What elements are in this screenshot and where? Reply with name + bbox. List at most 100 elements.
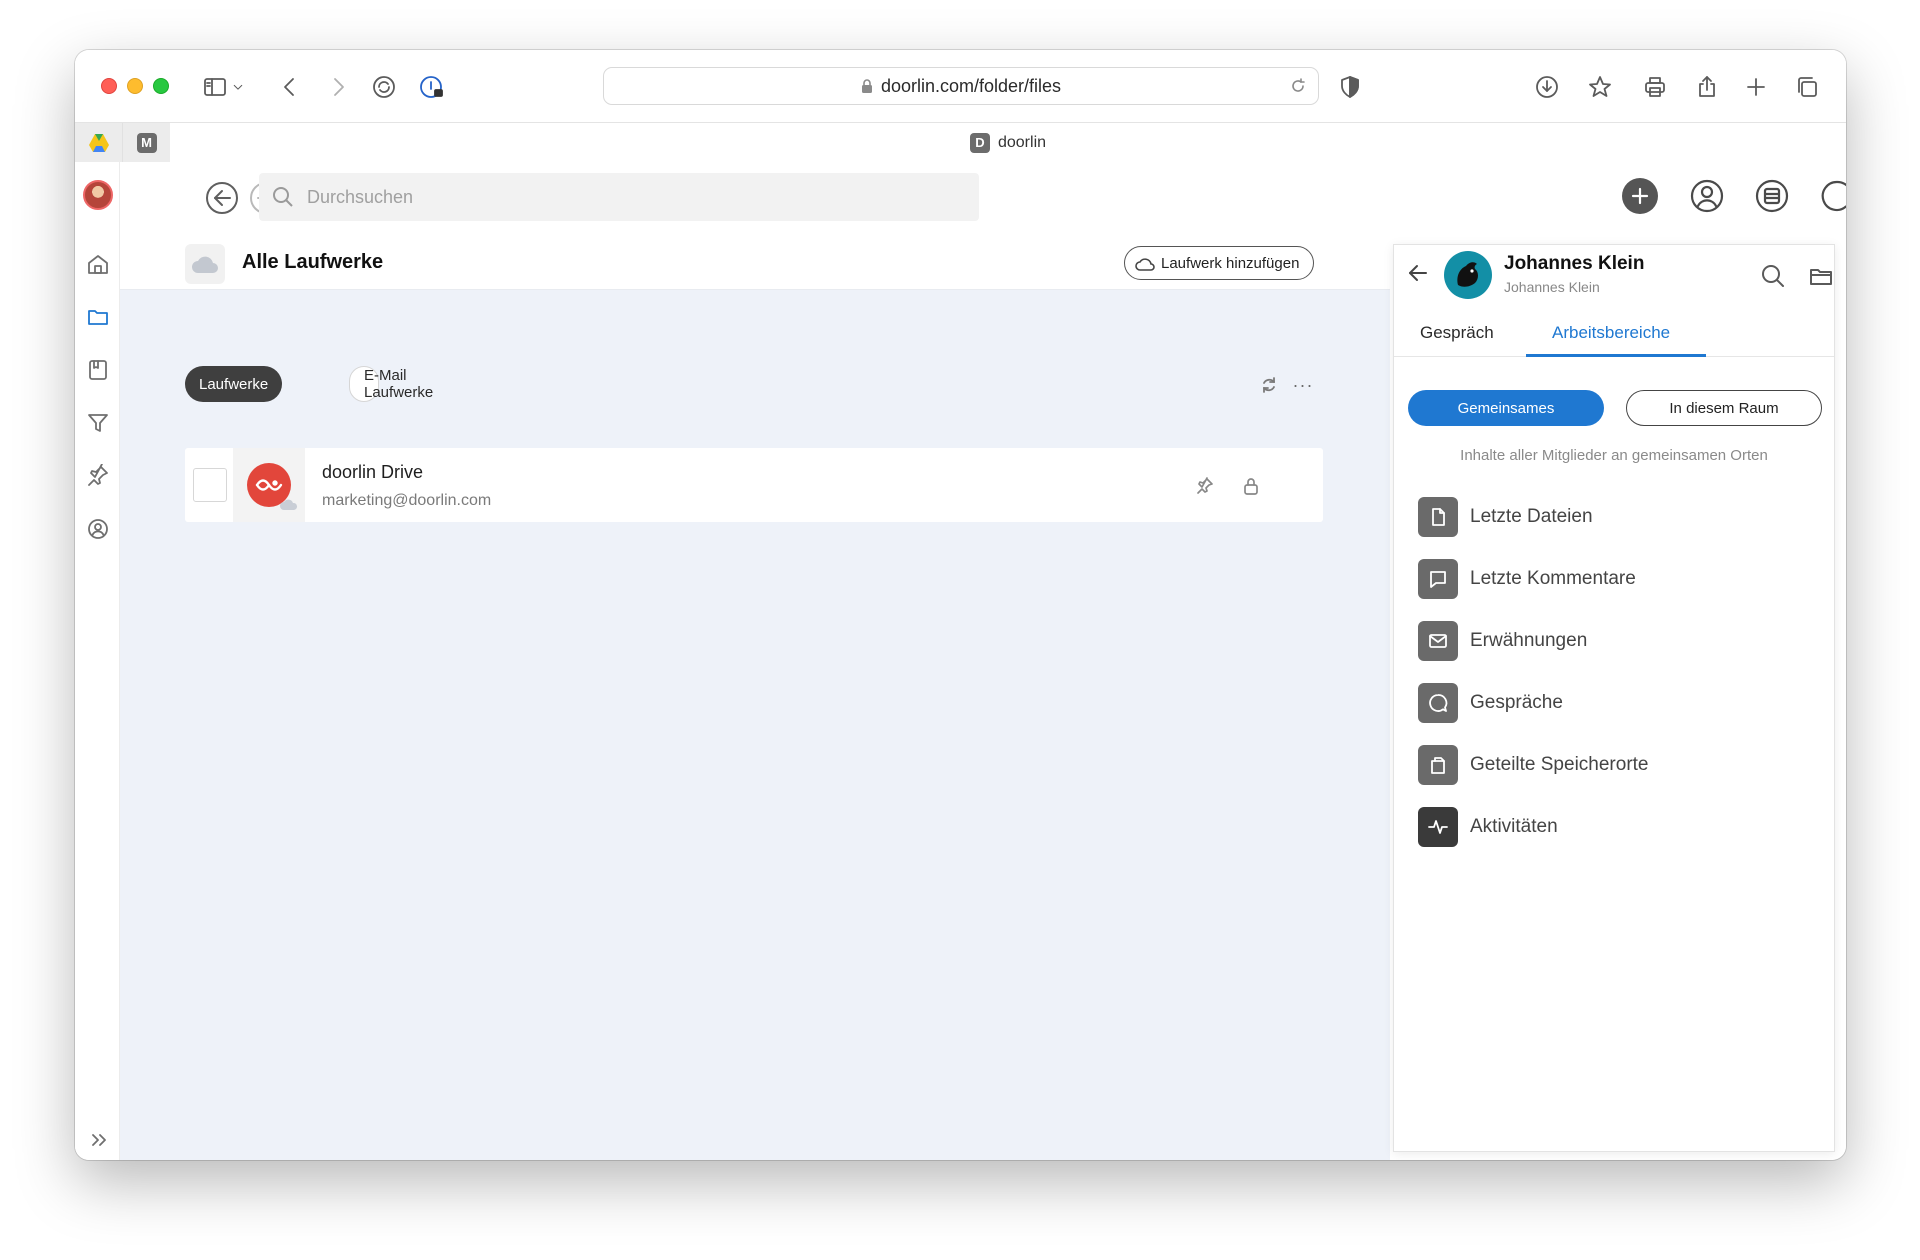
active-tab-indicator [1526, 354, 1706, 357]
search-icon [273, 187, 293, 207]
tab-overview-icon[interactable] [1790, 70, 1824, 104]
panel-search-icon[interactable] [1758, 261, 1788, 291]
share-icon[interactable] [1690, 70, 1724, 104]
doorlin-logo-icon [247, 463, 298, 510]
contact-subtitle: Johannes Klein [1504, 279, 1600, 295]
main-content: Alle Laufwerke Laufwerk hinzufügen Laufw… [120, 236, 1390, 1160]
item-label: Geteilte Speicherorte [1470, 754, 1649, 775]
panel-back-icon[interactable] [1404, 259, 1432, 287]
pin-drive-icon[interactable] [1193, 474, 1217, 498]
mini-cloud-icon [279, 498, 299, 511]
more-dots: ··· [1292, 374, 1314, 395]
contact-avatar[interactable] [1444, 251, 1492, 299]
pin-icon[interactable] [83, 461, 113, 491]
tab-title: doorlin [997, 133, 1047, 151]
doorlin-favicon: D [969, 132, 990, 153]
drive-email: marketing@doorlin.com [322, 492, 492, 509]
drive-row[interactable]: doorlin Drive marketing@doorlin.com [185, 448, 1323, 522]
download-icon[interactable] [1530, 70, 1564, 104]
segment-gemeinsames[interactable]: Gemeinsames [1408, 390, 1604, 426]
add-drive-label: Laufwerk hinzufügen [1161, 254, 1300, 272]
item-label: Gespräche [1470, 692, 1563, 713]
cloud-add-icon [1135, 258, 1155, 271]
inbox-icon[interactable] [1752, 176, 1792, 216]
panel-hint: Inhalte aller Mitglieder an gemeinsamen … [1460, 447, 1768, 464]
active-tab[interactable]: D doorlin [170, 123, 1846, 162]
reload-icon[interactable] [1288, 76, 1308, 96]
item-label: Aktivitäten [1470, 816, 1558, 837]
browser-toolbar: doorlin.com/folder/files [75, 50, 1846, 122]
address-bar[interactable]: doorlin.com/folder/files [603, 67, 1319, 105]
bookmark-star-icon[interactable] [1583, 70, 1617, 104]
conversation-panel: Johannes Klein Johannes Klein Gespräch A… [1393, 244, 1835, 1152]
account-icon[interactable] [1687, 176, 1727, 216]
page-title: Alle Laufwerke [242, 251, 384, 273]
privacy-icon[interactable] [367, 70, 401, 104]
notebook-icon[interactable] [83, 355, 113, 385]
new-tab-icon[interactable] [1739, 70, 1773, 104]
create-button[interactable] [1620, 176, 1660, 216]
item-label: Letzte Dateien [1470, 506, 1593, 527]
app-topbar [120, 162, 1846, 236]
filter-drives[interactable]: Laufwerke [185, 366, 283, 402]
back-icon[interactable] [273, 70, 307, 104]
drive-icon-box [233, 448, 305, 522]
forward-icon[interactable] [321, 70, 355, 104]
m-pinned-tab[interactable]: M [123, 123, 171, 162]
cloud-icon [185, 244, 225, 284]
tab-arbeitsbereiche[interactable]: Arbeitsbereiche [1552, 323, 1670, 343]
user-avatar[interactable] [83, 180, 113, 210]
m-favicon: M [136, 132, 157, 153]
expand-sidebar-icon[interactable] [89, 1130, 109, 1150]
activity-icon [1418, 807, 1458, 847]
minimize-window-button[interactable] [127, 78, 143, 94]
animal-avatar-icon [1457, 262, 1478, 287]
item-aktivitaeten[interactable]: Aktivitäten [1418, 806, 1818, 848]
sync-icon[interactable] [1256, 372, 1282, 398]
comment-icon [1418, 559, 1458, 599]
item-letzte-kommentare[interactable]: Letzte Kommentare [1418, 558, 1818, 600]
main-header: Alle Laufwerke Laufwerk hinzufügen [120, 236, 1390, 290]
file-icon [1418, 497, 1458, 537]
panel-folder-icon[interactable] [1806, 261, 1836, 291]
drive-name: doorlin Drive [322, 462, 424, 482]
drive-pinned-tab[interactable] [75, 123, 123, 162]
print-icon[interactable] [1638, 70, 1672, 104]
plus-icon [1631, 187, 1649, 205]
close-window-button[interactable] [101, 78, 117, 94]
sidebar-toggle-icon[interactable] [198, 70, 232, 104]
search-bar[interactable] [259, 173, 979, 221]
item-geteilte-speicherorte[interactable]: Geteilte Speicherorte [1418, 744, 1818, 786]
item-letzte-dateien[interactable]: Letzte Dateien [1418, 496, 1818, 538]
app: Alle Laufwerke Laufwerk hinzufügen Laufw… [75, 162, 1846, 1160]
chevron-down-icon[interactable] [228, 70, 248, 104]
item-label: Letzte Kommentare [1470, 568, 1636, 589]
drive-logo-icon [88, 133, 109, 152]
home-icon[interactable] [83, 249, 113, 279]
add-drive-button[interactable]: Laufwerk hinzufügen [1124, 246, 1315, 280]
browser-window: doorlin.com/folder/files M D doorlin Dur… [75, 50, 1846, 1160]
filter-email-drives[interactable]: E-Mail Laufwerke [349, 366, 433, 402]
url-text: doorlin.com/folder/files [880, 75, 1062, 96]
folder-icon[interactable] [83, 302, 113, 332]
search-input[interactable] [307, 186, 907, 208]
shield-icon[interactable] [1333, 70, 1367, 104]
zoom-window-button[interactable] [153, 78, 169, 94]
lock-drive-icon[interactable] [1239, 474, 1263, 498]
lock-icon [861, 79, 872, 93]
item-erwaehnungen[interactable]: Erwähnungen [1418, 620, 1818, 662]
item-gespraeche[interactable]: Gespräche [1418, 682, 1818, 724]
filter-icon[interactable] [83, 408, 113, 438]
chat-bubble-icon[interactable] [1817, 176, 1846, 216]
more-options-icon[interactable]: ··· [1290, 372, 1316, 398]
contact-name: Johannes Klein [1504, 253, 1645, 274]
contacts-icon[interactable] [83, 514, 113, 544]
mail-icon [1418, 621, 1458, 661]
shared-folder-icon [1418, 745, 1458, 785]
item-label: Erwähnungen [1470, 630, 1588, 651]
segment-in-diesem-raum[interactable]: In diesem Raum [1626, 390, 1822, 426]
tab-gespraech[interactable]: Gespräch [1420, 323, 1494, 343]
row-checkbox[interactable] [193, 468, 227, 502]
password-manager-icon[interactable] [415, 70, 449, 104]
nav-back-icon[interactable] [204, 180, 240, 216]
